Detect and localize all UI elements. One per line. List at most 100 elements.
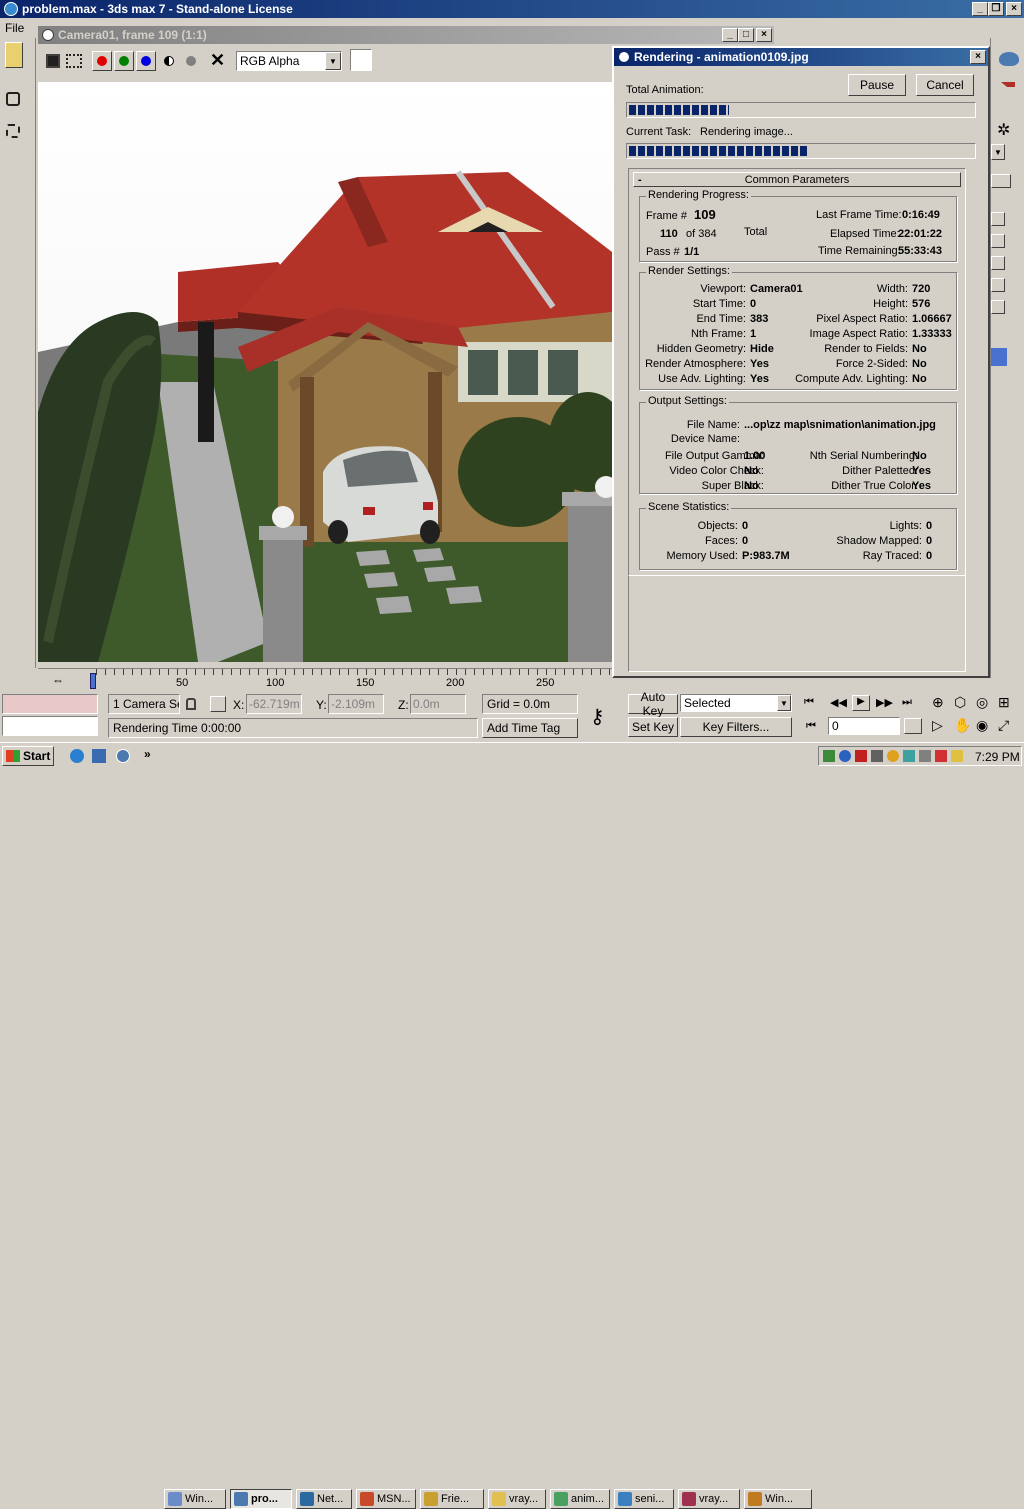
channel-select[interactable]: RGB Alpha ▼ <box>236 51 342 71</box>
dolly-icon[interactable]: ▷ <box>932 717 943 734</box>
maxscript-listener-top[interactable] <box>2 694 98 714</box>
quick-launch-3dsmax-icon[interactable] <box>116 749 130 763</box>
key-filters-button[interactable]: Key Filters... <box>680 717 792 737</box>
maxscript-listener-bottom[interactable] <box>2 716 98 736</box>
taskbar-item[interactable]: Net... <box>296 1489 352 1509</box>
pan-icon[interactable]: ✋ <box>954 717 971 734</box>
tray-icon-update[interactable] <box>887 750 899 762</box>
chevron-down-icon[interactable]: ▼ <box>325 52 341 70</box>
taskbar-item[interactable]: anim... <box>550 1489 610 1509</box>
unlink-tool-icon[interactable] <box>6 124 20 138</box>
cancel-button[interactable]: Cancel <box>916 74 974 96</box>
color-swatch[interactable] <box>350 49 372 71</box>
tray-icon-volume[interactable] <box>871 750 883 762</box>
lock-selection-icon[interactable] <box>186 698 196 710</box>
common-parameters-header[interactable]: - Common Parameters <box>633 172 961 187</box>
taskbar-item[interactable]: seni... <box>614 1489 674 1509</box>
output-setting-value: Yes <box>912 465 931 477</box>
rendering-progress-title: Rendering Progress: <box>646 189 751 201</box>
pause-button[interactable]: Pause <box>848 74 906 96</box>
zoom-all-icon[interactable]: ⬡ <box>954 694 966 711</box>
key-mode-select[interactable]: Selected ▼ <box>680 694 792 712</box>
panel-button-6[interactable] <box>991 300 1005 314</box>
hammer-icon[interactable] <box>1001 82 1015 100</box>
set-key-icon[interactable]: ⚷ <box>590 704 605 729</box>
z-coordinate-field[interactable]: 0.0m <box>410 694 466 714</box>
tray-icon-3d[interactable] <box>935 750 947 762</box>
gear-icon[interactable]: ✲ <box>997 120 1010 140</box>
panel-button-5[interactable] <box>991 278 1005 292</box>
auto-key-button[interactable]: Auto Key <box>628 690 678 718</box>
close-icon[interactable]: × <box>1006 2 1022 16</box>
alpha-channel-icon[interactable] <box>186 56 196 66</box>
tray-icon-network[interactable] <box>823 750 835 762</box>
frame-maximize-icon[interactable]: □ <box>738 28 754 42</box>
menu-file[interactable]: File <box>5 21 24 35</box>
panel-dropdown[interactable]: ▼ <box>991 144 1005 160</box>
tray-icon-pen[interactable] <box>951 750 963 762</box>
tray-icon-antivirus[interactable] <box>855 750 867 762</box>
goto-end-icon[interactable]: ⏭ <box>902 696 912 709</box>
start-button[interactable]: Start <box>2 746 54 766</box>
zoom-extents-all-icon[interactable]: ⊞ <box>998 694 1010 711</box>
key-mode-toggle-icon[interactable]: ⏮ <box>806 720 816 733</box>
play-icon[interactable]: ▶ <box>852 695 870 711</box>
orbit-icon[interactable]: ◉ <box>976 717 988 734</box>
clone-window-icon[interactable] <box>66 54 82 68</box>
x-coordinate-field[interactable]: -62.719m <box>246 694 302 714</box>
timeline-config-icon[interactable]: ⇔ <box>52 673 64 687</box>
panel-button-3[interactable] <box>991 234 1005 248</box>
tray-icon-msn[interactable] <box>839 750 851 762</box>
taskbar-item[interactable]: pro... <box>230 1489 292 1509</box>
current-frame-field[interactable]: 0 <box>828 717 900 735</box>
time-configuration-icon[interactable] <box>904 718 922 734</box>
taskbar-item[interactable]: Frie... <box>420 1489 484 1509</box>
next-frame-icon[interactable]: ▶▶ <box>876 696 893 709</box>
save-bitmap-icon[interactable] <box>46 54 60 68</box>
panel-button-4[interactable] <box>991 256 1005 270</box>
render-setting-label: Compute Adv. Lighting: <box>795 373 908 385</box>
taskbar-item[interactable]: Win... <box>744 1489 812 1509</box>
key-mode-chevron-icon[interactable]: ▼ <box>777 695 791 711</box>
bottom-status-area: 1 Camera Sel X: -62.719m Y: -2.109m Z: 0… <box>0 690 1024 740</box>
y-coordinate-field[interactable]: -2.109m <box>328 694 384 714</box>
taskbar-item[interactable]: vray... <box>678 1489 740 1509</box>
taskbar-item[interactable]: Win... <box>164 1489 226 1509</box>
maximize-viewport-icon[interactable]: ⤢ <box>998 717 1009 734</box>
taskbar-item[interactable]: vray... <box>488 1489 546 1509</box>
time-slider-handle[interactable] <box>90 673 96 689</box>
minimize-icon[interactable]: _ <box>972 2 988 16</box>
link-tool-icon[interactable] <box>6 92 20 106</box>
set-key-button[interactable]: Set Key <box>628 717 678 737</box>
previous-frame-icon[interactable]: ◀◀ <box>830 696 847 709</box>
teapot-icon[interactable] <box>999 52 1019 66</box>
netscape-icon <box>300 1492 314 1506</box>
mono-channel-icon[interactable] <box>164 56 174 66</box>
taskbar-item[interactable]: MSN... <box>356 1489 416 1509</box>
goto-start-icon[interactable]: ⏮ <box>804 696 814 709</box>
timeline-tick-label: 250 <box>536 677 555 689</box>
frame-close-icon[interactable]: × <box>756 28 772 42</box>
select-tool-icon[interactable] <box>5 42 23 68</box>
blue-channel-button[interactable] <box>136 51 156 71</box>
quick-launch-ie-icon[interactable] <box>70 749 84 763</box>
red-channel-button[interactable] <box>92 51 112 71</box>
zoom-icon[interactable]: ⊕ <box>932 694 944 711</box>
zoom-extents-icon[interactable]: ◎ <box>976 694 988 711</box>
tray-icon-tools[interactable] <box>919 750 931 762</box>
quick-launch-more-icon[interactable]: » <box>144 747 151 761</box>
file-name-value: ...op\zz map\snimation\animation.jpg <box>744 419 936 431</box>
frame-minimize-icon[interactable]: _ <box>722 28 738 42</box>
panel-button-2[interactable] <box>991 212 1005 226</box>
absolute-mode-icon[interactable] <box>210 696 226 712</box>
rendering-dialog-close-icon[interactable]: × <box>970 50 986 64</box>
green-channel-button[interactable] <box>114 51 134 71</box>
panel-color-swatch[interactable] <box>991 348 1007 366</box>
add-time-tag-button[interactable]: Add Time Tag <box>482 718 578 738</box>
rollout-toggle[interactable]: - <box>638 174 642 186</box>
clear-icon[interactable]: ✕ <box>210 50 225 71</box>
maximize-icon[interactable]: ❐ <box>988 2 1004 16</box>
quick-launch-outlook-icon[interactable] <box>92 749 106 763</box>
tray-icon-display[interactable] <box>903 750 915 762</box>
panel-button-1[interactable] <box>991 174 1011 188</box>
